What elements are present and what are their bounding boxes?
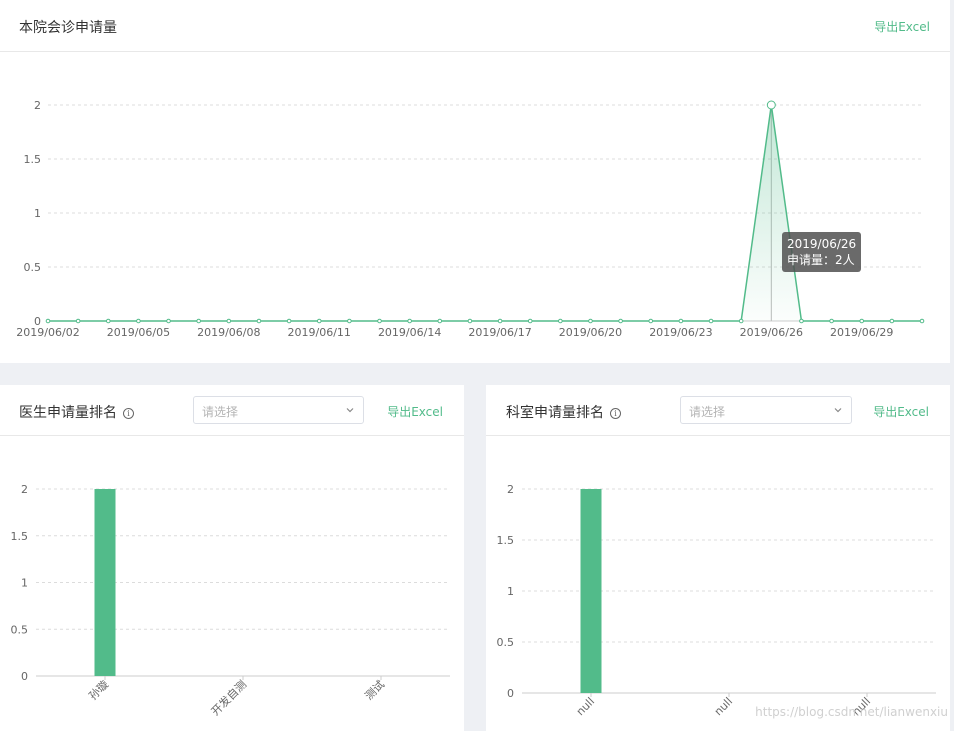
- data-point: [708, 318, 714, 324]
- data-point: [799, 318, 804, 324]
- department-ranking-panel: 科室申请量排名 i 请选择 导出Excel 0 0.5 1 1.5 2 null null nu…: [486, 385, 950, 731]
- x-tick-label: 2019/06/08: [197, 326, 260, 339]
- x-tick-label: 2019/06/11: [288, 326, 351, 339]
- line-chart: 00.511.522019/06/02 2019/06/05 2019/06/08 2…: [16, 99, 925, 339]
- data-point: [136, 318, 141, 324]
- data-point: [738, 318, 744, 324]
- data-point: [45, 318, 51, 324]
- area-fill: [48, 105, 922, 321]
- data-point: [618, 318, 623, 324]
- x-tick-label: 2019/06/23: [649, 326, 712, 339]
- data-point: [588, 318, 593, 324]
- watermark: https://blog.csdn.net/lianwenxiu: [755, 705, 948, 719]
- x-tick-label: 2019/06/14: [378, 326, 441, 339]
- y-tick-label: 0.5: [497, 636, 515, 649]
- y-tick-label: 1.5: [11, 530, 29, 543]
- y-tick-label: 0.5: [11, 623, 29, 636]
- y-tick-label: 2: [507, 483, 514, 496]
- y-tick-label: 0: [507, 687, 514, 700]
- consultation-volume-panel: 本院会诊申请量 导出Excel 0 0.5 1 1.5 2 2019/06/02 2019/…: [0, 0, 950, 363]
- tooltip-date: 2019/06/26: [787, 237, 857, 251]
- x-tick-label: 2019/06/29: [830, 326, 893, 339]
- x-tick-label: 2019/06/20: [559, 326, 622, 339]
- data-point: [75, 318, 81, 324]
- x-tick-label: null: [574, 695, 597, 718]
- y-tick-label: 1.5: [24, 153, 42, 166]
- data-point: [437, 318, 443, 324]
- x-tick-label: 2019/06/26: [740, 326, 803, 339]
- y-tick-label: 0: [21, 670, 28, 683]
- y-tick-label: 1: [507, 585, 514, 598]
- data-point: [558, 318, 563, 324]
- x-tick-label: 2019/06/17: [468, 326, 531, 339]
- y-tick-label: 1: [21, 577, 28, 590]
- data-point: [196, 318, 201, 324]
- data-point: [829, 318, 834, 324]
- doctor-ranking-panel: 医生申请量排名 i 请选择 导出Excel 0 0.5 1 1.5 2 孙璇 开发自测 测试: [0, 385, 464, 731]
- data-point: [226, 318, 232, 324]
- x-tick-label: 开发自测: [208, 677, 249, 718]
- data-point: [105, 318, 111, 324]
- x-tick-label: 测试: [362, 678, 387, 703]
- data-point: [678, 318, 684, 324]
- x-tick-label: null: [712, 695, 735, 718]
- data-point: [889, 318, 895, 324]
- bar: [580, 489, 602, 693]
- data-point: [316, 318, 322, 324]
- department-bar-chart: 00.511.52null null null: [497, 483, 936, 718]
- data-point: [347, 318, 352, 324]
- y-tick-label: 2: [34, 99, 41, 112]
- bar: [94, 489, 116, 676]
- data-point: [166, 318, 171, 324]
- data-point: [648, 318, 654, 324]
- data-point: [859, 318, 865, 324]
- data-point: [527, 318, 533, 324]
- y-tick-label: 2: [21, 483, 28, 496]
- data-point: [919, 318, 925, 324]
- data-point: [467, 318, 473, 324]
- tooltip-value: 申请量：2人: [787, 253, 855, 267]
- x-tick-label: 2019/06/02: [16, 326, 79, 339]
- y-tick-label: 0.5: [24, 261, 42, 274]
- chart-tooltip: 2019/06/26 申请量：2人: [782, 232, 862, 272]
- data-point: [377, 318, 382, 324]
- x-tick-label: 孙璇: [86, 678, 111, 703]
- data-point: [766, 100, 776, 110]
- y-tick-label: 1.5: [497, 534, 515, 547]
- data-point: [497, 318, 503, 324]
- data-point: [407, 318, 412, 324]
- data-point: [256, 318, 262, 324]
- data-point: [286, 318, 292, 324]
- x-tick-label: 2019/06/05: [107, 326, 170, 339]
- y-tick-label: 1: [34, 207, 41, 220]
- doctor-bar-chart: 0 0.5 1 1.5 2 孙璇 开发自测 测试: [11, 483, 450, 718]
